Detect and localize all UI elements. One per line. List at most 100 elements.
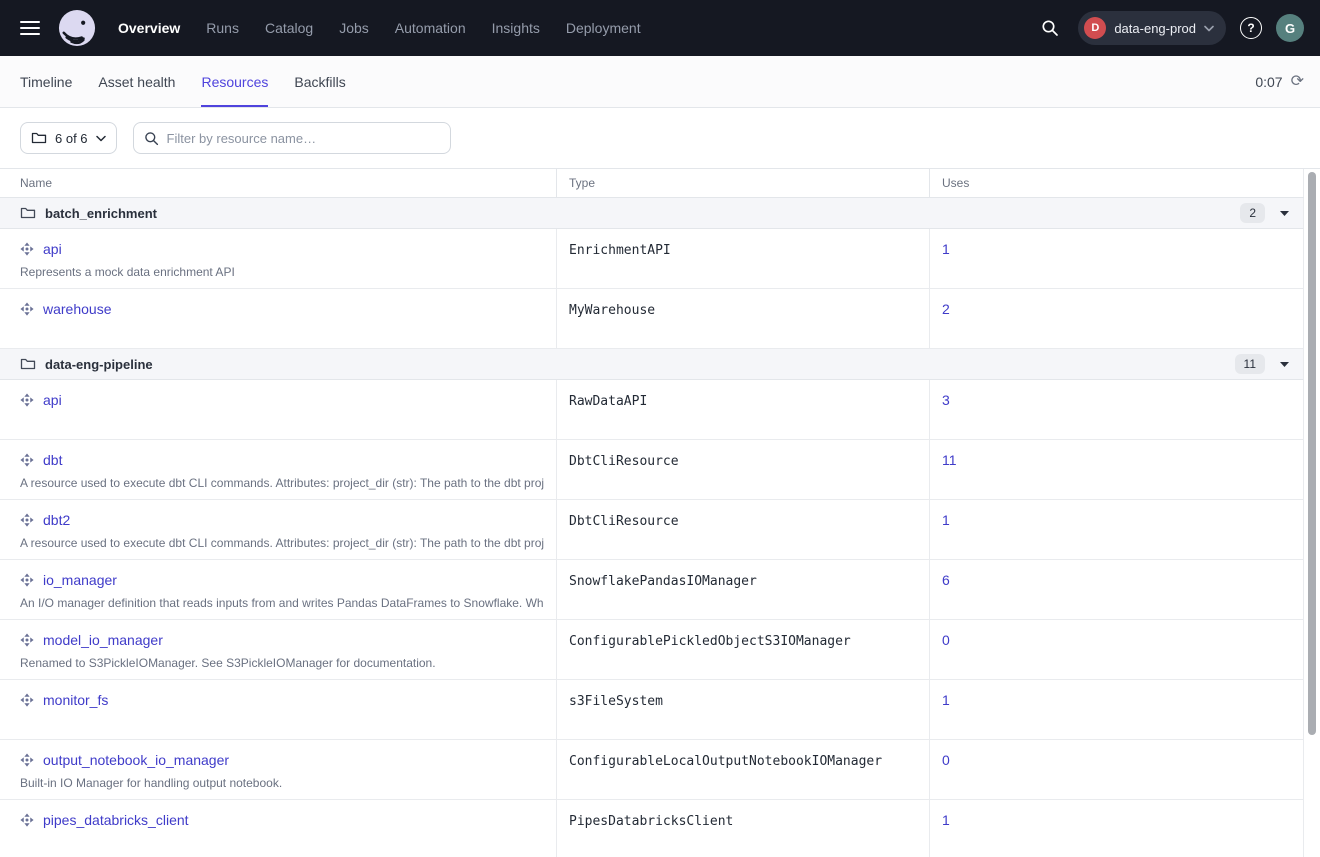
help-icon[interactable]: ? bbox=[1240, 17, 1262, 39]
resource-uses-link[interactable]: 0 bbox=[942, 752, 950, 768]
group-name: data-eng-pipeline bbox=[45, 357, 153, 372]
resource-name-link[interactable]: output_notebook_io_manager bbox=[43, 752, 229, 768]
resource-name-link[interactable]: dbt2 bbox=[43, 512, 70, 528]
resource-icon bbox=[20, 453, 34, 467]
resource-icon bbox=[20, 753, 34, 767]
tab-backfills[interactable]: Backfills bbox=[294, 56, 345, 107]
collapse-caret-icon[interactable] bbox=[1280, 211, 1289, 216]
table-row: api Represents a mock data enrichment AP… bbox=[0, 229, 1304, 289]
table-row: monitor_fs s3FileSystem 1 bbox=[0, 680, 1304, 740]
resource-uses-link[interactable]: 6 bbox=[942, 572, 950, 588]
resource-description: An I/O manager definition that reads inp… bbox=[20, 596, 544, 610]
top-nav: Overview Runs Catalog Jobs Automation In… bbox=[0, 0, 1320, 56]
column-header-uses: Uses bbox=[930, 169, 1304, 197]
resource-icon bbox=[20, 242, 34, 256]
collapse-caret-icon[interactable] bbox=[1280, 362, 1289, 367]
column-header-type: Type bbox=[557, 169, 930, 197]
scrollbar-thumb[interactable] bbox=[1308, 172, 1316, 735]
resource-icon bbox=[20, 813, 34, 827]
resource-type: SnowflakePandasIOManager bbox=[557, 560, 930, 619]
resource-description: Represents a mock data enrichment API bbox=[20, 265, 544, 279]
chevron-down-icon bbox=[1204, 25, 1214, 32]
nav-item-overview[interactable]: Overview bbox=[118, 20, 180, 36]
deployment-initial-badge: D bbox=[1084, 17, 1106, 39]
refresh-zone: 0:07 ⟳ bbox=[1255, 56, 1304, 107]
resource-uses-link[interactable]: 1 bbox=[942, 241, 950, 257]
resource-uses-link[interactable]: 0 bbox=[942, 632, 950, 648]
nav-item-deployment[interactable]: Deployment bbox=[566, 20, 641, 36]
resource-name-link[interactable]: monitor_fs bbox=[43, 692, 108, 708]
resource-icon bbox=[20, 513, 34, 527]
refresh-icon[interactable]: ⟳ bbox=[1291, 74, 1304, 90]
deployment-name: data-eng-prod bbox=[1114, 21, 1196, 36]
repo-filter-label: 6 of 6 bbox=[55, 131, 88, 146]
table-row: dbt A resource used to execute dbt CLI c… bbox=[0, 440, 1304, 500]
resource-name-link[interactable]: io_manager bbox=[43, 572, 117, 588]
group-name: batch_enrichment bbox=[45, 206, 157, 221]
vertical-scrollbar[interactable] bbox=[1305, 170, 1319, 857]
resource-type: MyWarehouse bbox=[557, 289, 930, 348]
deployment-switcher[interactable]: D data-eng-prod bbox=[1078, 11, 1226, 45]
main-nav-items: Overview Runs Catalog Jobs Automation In… bbox=[118, 20, 641, 36]
table-row: pipes_databricks_client PipesDatabricksC… bbox=[0, 800, 1304, 857]
column-header-name: Name bbox=[0, 169, 557, 197]
resource-uses-link[interactable]: 1 bbox=[942, 512, 950, 528]
resource-name-link[interactable]: pipes_databricks_client bbox=[43, 812, 189, 828]
resource-type: EnrichmentAPI bbox=[557, 229, 930, 288]
user-avatar[interactable]: G bbox=[1276, 14, 1304, 42]
nav-item-automation[interactable]: Automation bbox=[395, 20, 466, 36]
resource-type: s3FileSystem bbox=[557, 680, 930, 739]
search-icon[interactable] bbox=[1036, 14, 1064, 42]
resource-description: A resource used to execute dbt CLI comma… bbox=[20, 476, 544, 490]
dagster-logo[interactable] bbox=[58, 9, 96, 47]
resource-type: RawDataAPI bbox=[557, 380, 930, 439]
resource-icon bbox=[20, 633, 34, 647]
nav-item-runs[interactable]: Runs bbox=[206, 20, 239, 36]
resource-search bbox=[133, 122, 451, 154]
resource-name-link[interactable]: model_io_manager bbox=[43, 632, 163, 648]
resource-uses-link[interactable]: 2 bbox=[942, 301, 950, 317]
nav-item-jobs[interactable]: Jobs bbox=[339, 20, 369, 36]
resource-name-link[interactable]: api bbox=[43, 392, 62, 408]
resource-description: A resource used to execute dbt CLI comma… bbox=[20, 536, 544, 550]
nav-item-insights[interactable]: Insights bbox=[492, 20, 540, 36]
refresh-countdown: 0:07 bbox=[1255, 74, 1282, 90]
resource-uses-link[interactable]: 1 bbox=[942, 692, 950, 708]
table-row: model_io_manager Renamed to S3PickleIOMa… bbox=[0, 620, 1304, 680]
group-count-badge: 2 bbox=[1240, 203, 1265, 223]
resources-table: Name Type Uses batch_enrichment 2 api Re… bbox=[0, 168, 1320, 857]
repo-filter-dropdown[interactable]: 6 of 6 bbox=[20, 122, 117, 154]
resource-uses-link[interactable]: 1 bbox=[942, 812, 950, 828]
resource-description: Renamed to S3PickleIOManager. See S3Pick… bbox=[20, 656, 544, 670]
group-row-batch-enrichment[interactable]: batch_enrichment 2 bbox=[0, 198, 1304, 229]
resource-type: ConfigurablePickledObjectS3IOManager bbox=[557, 620, 930, 679]
resource-uses-link[interactable]: 3 bbox=[942, 392, 950, 408]
table-row: dbt2 A resource used to execute dbt CLI … bbox=[0, 500, 1304, 560]
hamburger-menu-icon[interactable] bbox=[20, 21, 42, 35]
resource-icon bbox=[20, 573, 34, 587]
nav-item-catalog[interactable]: Catalog bbox=[265, 20, 313, 36]
group-row-data-eng-pipeline[interactable]: data-eng-pipeline 11 bbox=[0, 349, 1304, 380]
chevron-down-icon bbox=[96, 135, 106, 142]
resource-type: PipesDatabricksClient bbox=[557, 800, 930, 857]
resource-name-link[interactable]: warehouse bbox=[43, 301, 112, 317]
tab-timeline[interactable]: Timeline bbox=[20, 56, 72, 107]
resource-uses-link[interactable]: 11 bbox=[942, 452, 957, 468]
tab-asset-health[interactable]: Asset health bbox=[98, 56, 175, 107]
resource-icon bbox=[20, 393, 34, 407]
dagster-app: Overview Runs Catalog Jobs Automation In… bbox=[0, 0, 1320, 857]
resource-icon bbox=[20, 302, 34, 316]
resource-type: ConfigurableLocalOutputNotebookIOManager bbox=[557, 740, 930, 799]
tab-resources[interactable]: Resources bbox=[201, 56, 268, 107]
resource-filter-input[interactable] bbox=[167, 131, 440, 146]
resource-type: DbtCliResource bbox=[557, 500, 930, 559]
search-icon bbox=[144, 131, 159, 146]
table-row: output_notebook_io_manager Built-in IO M… bbox=[0, 740, 1304, 800]
resource-description: Built-in IO Manager for handling output … bbox=[20, 776, 544, 790]
table-row: io_manager An I/O manager definition tha… bbox=[0, 560, 1304, 620]
resource-name-link[interactable]: api bbox=[43, 241, 62, 257]
table-row: warehouse MyWarehouse 2 bbox=[0, 289, 1304, 349]
overview-tabbar: Timeline Asset health Resources Backfill… bbox=[0, 56, 1320, 108]
table-row: api RawDataAPI 3 bbox=[0, 380, 1304, 440]
resource-name-link[interactable]: dbt bbox=[43, 452, 62, 468]
